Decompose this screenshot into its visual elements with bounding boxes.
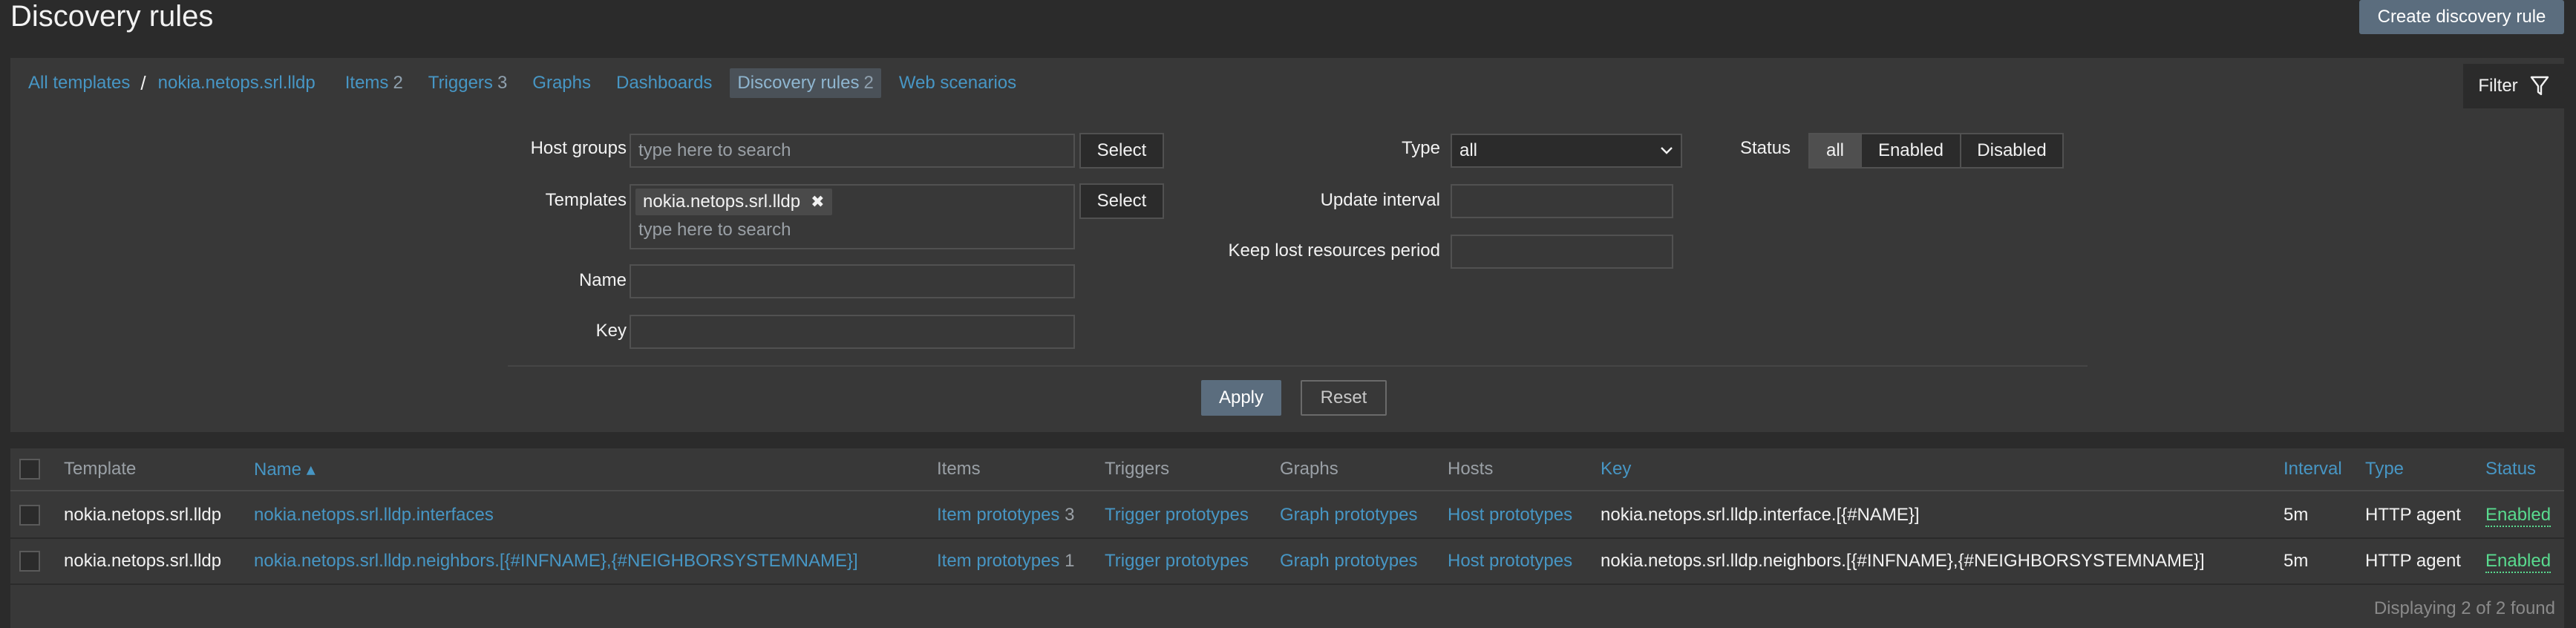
select-all-checkbox[interactable] — [19, 459, 40, 480]
row-interval: 5m — [2284, 551, 2309, 571]
chevron-down-icon — [1661, 147, 1673, 154]
breadcrumb-separator: / — [140, 71, 146, 94]
trigger-prototypes-link[interactable]: Trigger prototypes — [1105, 551, 1249, 572]
header-key[interactable]: Key — [1601, 459, 1631, 480]
templates-search-placeholder: type here to search — [638, 220, 791, 240]
row-name-link[interactable]: nokia.netops.srl.lldp.neighbors.[{#INFNA… — [254, 551, 858, 572]
row-template: nokia.netops.srl.lldp — [64, 551, 222, 571]
row-items: Item prototypes 1 — [937, 551, 1074, 572]
tab-items-count: 2 — [393, 73, 403, 93]
key-label: Key — [595, 321, 627, 341]
status-toggle-link[interactable]: Enabled — [2485, 505, 2552, 527]
header-hosts: Hosts — [1448, 459, 1494, 479]
header-status[interactable]: Status — [2485, 459, 2536, 480]
row-type: HTTP agent — [2365, 505, 2461, 525]
item-prototypes-link[interactable]: Item prototypes — [937, 505, 1059, 525]
host-groups-label: Host groups — [530, 138, 627, 158]
header-triggers: Triggers — [1105, 459, 1170, 479]
tab-items[interactable]: Items 2 — [338, 68, 411, 98]
graph-prototypes-link[interactable]: Graph prototypes — [1280, 551, 1417, 572]
status-option-enabled[interactable]: Enabled — [1862, 134, 1961, 167]
filter-label: Filter — [2478, 76, 2518, 96]
tab-dashboards[interactable]: Dashboards — [609, 68, 719, 98]
status-option-disabled[interactable]: Disabled — [1961, 134, 2062, 167]
create-discovery-rule-button[interactable]: Create discovery rule — [2359, 0, 2564, 34]
header-type[interactable]: Type — [2365, 459, 2404, 480]
filter-panel: Host groups type here to search Select T… — [10, 108, 2564, 432]
type-label: Type — [1401, 138, 1440, 158]
trigger-prototypes-link[interactable]: Trigger prototypes — [1105, 505, 1249, 526]
page-title: Discovery rules — [10, 0, 214, 33]
update-interval-input[interactable] — [1451, 184, 1673, 218]
name-label: Name — [578, 270, 627, 290]
template-tag: nokia.netops.srl.lldp ✖ — [635, 189, 832, 215]
type-select[interactable]: all — [1451, 134, 1682, 168]
funnel-icon — [2530, 76, 2549, 96]
keep-lost-label: Keep lost resources period — [1228, 241, 1441, 261]
tab-items-label: Items — [344, 73, 389, 93]
table-header: Template Name ▴ Items Triggers Graphs Ho… — [10, 448, 2564, 491]
row-checkbox[interactable] — [19, 551, 40, 572]
host-groups-input[interactable]: type here to search — [630, 134, 1075, 168]
item-prototypes-count: 3 — [1065, 505, 1075, 525]
header-graphs: Graphs — [1280, 459, 1338, 479]
filter-divider — [508, 365, 2088, 367]
tab-graphs[interactable]: Graphs — [525, 68, 598, 98]
header-items: Items — [937, 459, 981, 479]
header-name[interactable]: Name ▴ — [254, 459, 316, 480]
tab-discovery-count: 2 — [863, 73, 874, 93]
item-prototypes-count: 1 — [1065, 551, 1075, 571]
tab-triggers-count: 3 — [497, 73, 508, 93]
host-prototypes-link[interactable]: Host prototypes — [1448, 551, 1572, 572]
type-select-value: all — [1459, 140, 1478, 160]
table-footer-count: Displaying 2 of 2 found — [2373, 598, 2555, 618]
template-navigation: All templates / nokia.netops.srl.lldp It… — [10, 58, 2564, 108]
tab-discovery-label: Discovery rules — [737, 73, 860, 93]
row-key: nokia.netops.srl.lldp.neighbors.[{#INFNA… — [1601, 551, 2205, 571]
tab-triggers[interactable]: Triggers 3 — [421, 68, 515, 98]
tab-triggers-label: Triggers — [428, 73, 493, 93]
breadcrumb-template[interactable]: nokia.netops.srl.lldp — [151, 68, 323, 98]
status-toggle-link[interactable]: Enabled — [2485, 551, 2552, 573]
discovery-rules-table: Template Name ▴ Items Triggers Graphs Ho… — [10, 448, 2564, 628]
header-template: Template — [64, 459, 137, 479]
filter-toggle[interactable]: Filter — [2463, 64, 2564, 108]
item-prototypes-link[interactable]: Item prototypes — [937, 551, 1059, 571]
key-input[interactable] — [630, 315, 1075, 349]
status-label: Status — [1740, 138, 1791, 158]
row-items: Item prototypes 3 — [937, 505, 1074, 526]
row-name-link[interactable]: nokia.netops.srl.lldp.interfaces — [254, 505, 494, 526]
row-interval: 5m — [2284, 505, 2309, 525]
row-type: HTTP agent — [2365, 551, 2461, 571]
row-template: nokia.netops.srl.lldp — [64, 505, 222, 525]
reset-button[interactable]: Reset — [1301, 380, 1387, 416]
name-input[interactable] — [630, 264, 1075, 298]
template-tag-label: nokia.netops.srl.lldp — [643, 192, 801, 212]
keep-lost-input[interactable] — [1451, 235, 1673, 269]
row-key: nokia.netops.srl.lldp.interface.[{#NAME}… — [1601, 505, 1920, 525]
table-row: nokia.netops.srl.lldp nokia.netops.srl.l… — [10, 539, 2564, 585]
header-interval[interactable]: Interval — [2284, 459, 2342, 480]
status-segmented-control: all Enabled Disabled — [1808, 133, 2064, 169]
table-row: nokia.netops.srl.lldp nokia.netops.srl.l… — [10, 493, 2564, 539]
status-option-all[interactable]: all — [1810, 134, 1862, 167]
templates-label: Templates — [545, 190, 627, 210]
templates-select-button[interactable]: Select — [1079, 183, 1164, 219]
row-checkbox[interactable] — [19, 505, 40, 526]
breadcrumb-all-templates[interactable]: All templates — [21, 68, 137, 98]
apply-button[interactable]: Apply — [1201, 380, 1281, 416]
host-prototypes-link[interactable]: Host prototypes — [1448, 505, 1572, 526]
host-groups-select-button[interactable]: Select — [1079, 133, 1164, 169]
remove-tag-icon[interactable]: ✖ — [811, 192, 824, 212]
update-interval-label: Update interval — [1320, 190, 1440, 210]
tab-discovery-rules[interactable]: Discovery rules 2 — [730, 68, 881, 98]
graph-prototypes-link[interactable]: Graph prototypes — [1280, 505, 1417, 526]
tab-web-scenarios[interactable]: Web scenarios — [892, 68, 1024, 98]
